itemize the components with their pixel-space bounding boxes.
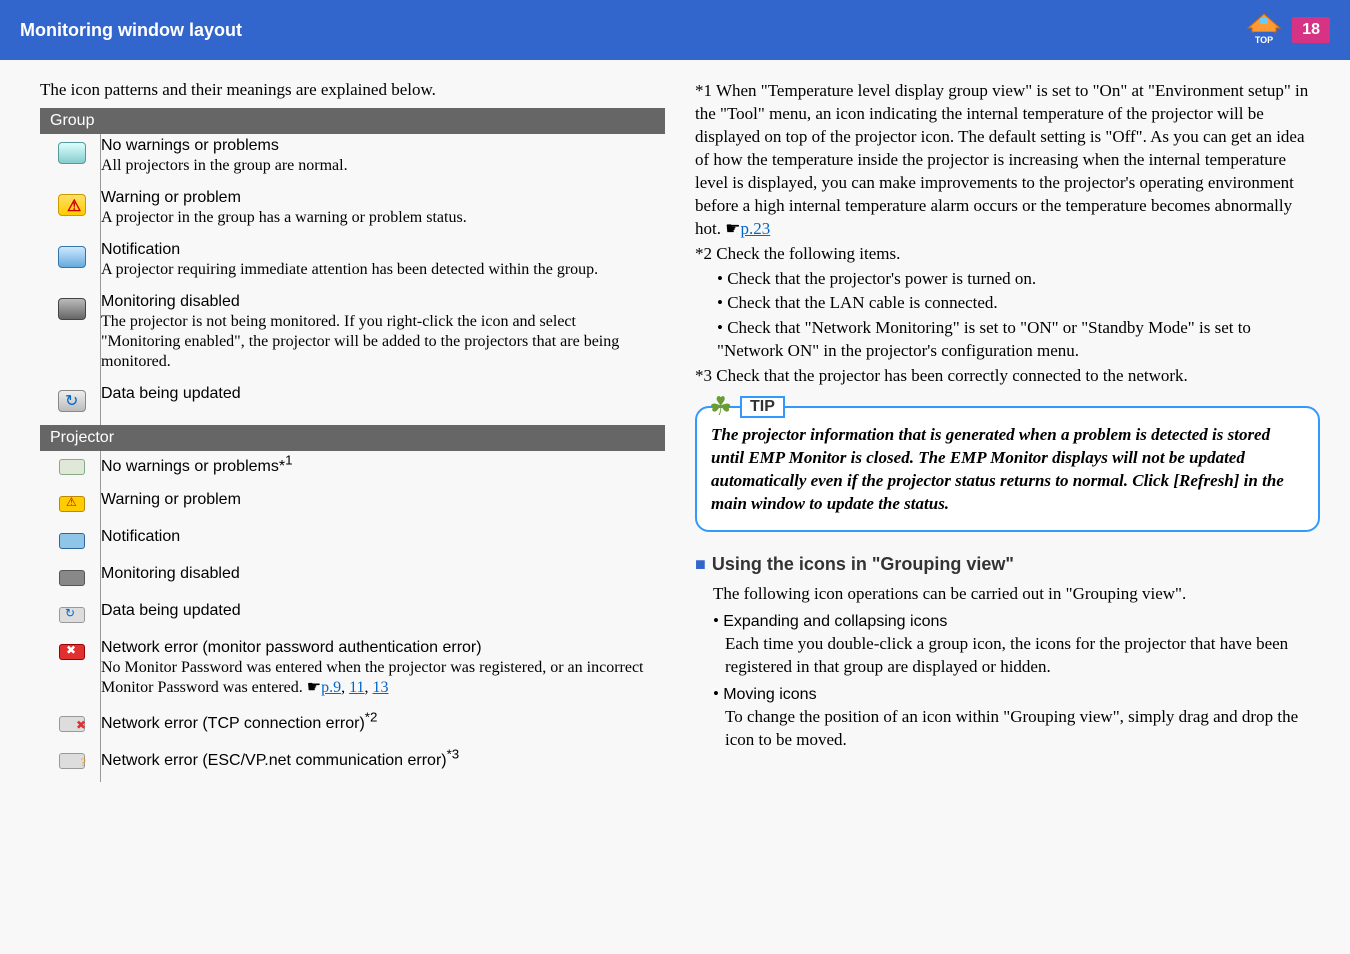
status-title: No warnings or problems* bbox=[101, 458, 285, 475]
page-link-11[interactable]: 11 bbox=[349, 679, 364, 696]
group-row-notification: Notification A projector requiring immedi… bbox=[40, 238, 665, 290]
footnote-2b: • Check that the LAN cable is connected. bbox=[717, 292, 1320, 315]
subsection-body: The following icon operations can be car… bbox=[713, 583, 1320, 752]
proj-row-neterr-tcp: ✖ Network error (TCP connection error)*2 bbox=[40, 708, 665, 745]
group-disabled-icon bbox=[58, 298, 86, 320]
footnote-2a: • Check that the projector's power is tu… bbox=[717, 268, 1320, 291]
status-desc: The projector is not being monitored. If… bbox=[101, 313, 619, 370]
group-row-warning: ⚠ Warning or problem A projector in the g… bbox=[40, 186, 665, 238]
footnote-3: *3 Check that the projector has been cor… bbox=[695, 365, 1320, 388]
intro-text: The icon patterns and their meanings are… bbox=[40, 80, 665, 100]
proj-row-neterr-auth: ✖ Network error (monitor password authen… bbox=[40, 636, 665, 708]
proj-warning-icon: ⚠ bbox=[59, 496, 85, 512]
status-title: Monitoring disabled bbox=[101, 293, 240, 310]
proj-neterr-escvp-icon: ? bbox=[59, 753, 85, 769]
status-title: Notification bbox=[101, 241, 180, 258]
footnotes: *1 When "Temperature level display group… bbox=[695, 80, 1320, 388]
status-title: Warning or problem bbox=[101, 189, 241, 206]
group-notification-icon bbox=[58, 246, 86, 268]
sup: *3 bbox=[447, 747, 460, 762]
bullet-desc: Each time you double-click a group icon,… bbox=[725, 633, 1320, 679]
status-title: Data being updated bbox=[101, 385, 241, 402]
group-row-disabled: Monitoring disabled The projector is not … bbox=[40, 290, 665, 382]
group-warning-icon: ⚠ bbox=[58, 194, 86, 216]
book-icon: ☛ bbox=[307, 679, 321, 696]
proj-updating-icon: ↻ bbox=[59, 607, 85, 623]
proj-normal-icon bbox=[59, 459, 85, 475]
footnote-1: *1 When "Temperature level display group… bbox=[695, 81, 1308, 238]
group-updating-icon: ↻ bbox=[58, 390, 86, 412]
sup: 1 bbox=[285, 453, 292, 468]
bullet-title: Moving icons bbox=[723, 686, 816, 703]
page-link-23[interactable]: p.23 bbox=[740, 219, 770, 238]
bullet-desc: To change the position of an icon within… bbox=[725, 706, 1320, 752]
footnote-2c: • Check that "Network Monitoring" is set… bbox=[717, 317, 1320, 363]
proj-row-updating: ↻ Data being updated bbox=[40, 599, 665, 636]
group-row-updating: ↻ Data being updated bbox=[40, 382, 665, 425]
page-link-13[interactable]: 13 bbox=[373, 679, 389, 696]
proj-row-disabled: Monitoring disabled bbox=[40, 562, 665, 599]
status-title: Notification bbox=[101, 528, 180, 545]
sub-intro: The following icon operations can be car… bbox=[713, 583, 1320, 606]
proj-row-normal: No warnings or problems*1 bbox=[40, 451, 665, 488]
top-home-icon[interactable]: TOP bbox=[1244, 10, 1284, 50]
page-number: 18 bbox=[1292, 17, 1330, 43]
projector-section-header: Projector bbox=[40, 425, 665, 451]
status-title: Warning or problem bbox=[101, 491, 241, 508]
header-right: TOP 18 bbox=[1244, 10, 1330, 50]
status-title: Data being updated bbox=[101, 602, 241, 619]
status-title: Network error (monitor password authenti… bbox=[101, 639, 482, 656]
blue-square-icon: ■ bbox=[695, 554, 706, 574]
proj-row-neterr-escvp: ? Network error (ESC/VP.net communicatio… bbox=[40, 745, 665, 782]
proj-neterr-tcp-icon: ✖ bbox=[59, 716, 85, 732]
subheading: ■Using the icons in "Grouping view" bbox=[695, 554, 1320, 575]
status-title: Network error (ESC/VP.net communication … bbox=[101, 752, 447, 769]
proj-row-notification: Notification bbox=[40, 525, 665, 562]
group-section-header: Group bbox=[40, 108, 665, 134]
bullet-title: Expanding and collapsing icons bbox=[723, 613, 947, 630]
proj-notification-icon bbox=[59, 533, 85, 549]
status-title: Monitoring disabled bbox=[101, 565, 240, 582]
status-desc: All projectors in the group are normal. bbox=[101, 157, 348, 174]
status-desc: A projector in the group has a warning o… bbox=[101, 209, 467, 226]
proj-row-warning: ⚠ Warning or problem bbox=[40, 488, 665, 525]
status-title: Network error (TCP connection error) bbox=[101, 715, 365, 732]
sup: *2 bbox=[365, 710, 378, 725]
page-link-9[interactable]: p.9 bbox=[321, 679, 341, 696]
proj-disabled-icon bbox=[59, 570, 85, 586]
page-header: Monitoring window layout TOP 18 bbox=[0, 0, 1350, 60]
header-title: Monitoring window layout bbox=[20, 20, 242, 41]
tip-text: The projector information that is genera… bbox=[711, 424, 1304, 516]
svg-text:TOP: TOP bbox=[1255, 35, 1273, 45]
tip-leaf-icon: ☘ bbox=[709, 392, 732, 422]
group-normal-icon bbox=[58, 142, 86, 164]
tip-label: TIP bbox=[740, 396, 785, 418]
status-title: No warnings or problems bbox=[101, 137, 279, 154]
group-row-normal: No warnings or problems All projectors in… bbox=[40, 134, 665, 186]
book-icon: ☛ bbox=[725, 219, 740, 238]
status-desc: A projector requiring immediate attentio… bbox=[101, 261, 598, 278]
footnote-2: *2 Check the following items. bbox=[695, 243, 1320, 266]
proj-neterr-auth-icon: ✖ bbox=[59, 644, 85, 660]
tip-box: ☘ TIP The projector information that is … bbox=[695, 406, 1320, 532]
